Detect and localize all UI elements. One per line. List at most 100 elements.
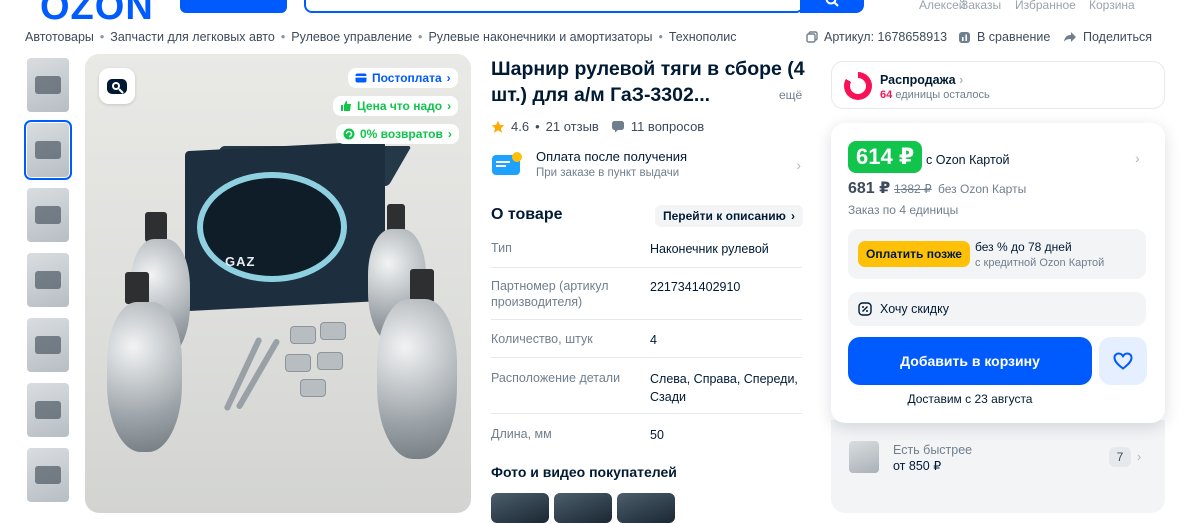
title-more-link[interactable]: ещё	[779, 88, 802, 102]
thumbnail-image	[27, 318, 69, 372]
search-icon	[825, 0, 839, 7]
product-main-image[interactable]: GAZ	[85, 54, 471, 513]
payment-after-receipt[interactable]: Оплата после получения При заказе в пунк…	[491, 147, 803, 187]
article-number[interactable]: Артикул: 1678658913	[806, 30, 947, 44]
questions-count[interactable]: 11 вопросов	[631, 119, 704, 134]
chevron-right-icon: ›	[959, 73, 964, 87]
faster-offer-label[interactable]: Есть быстрее	[893, 443, 972, 457]
image-stud	[387, 204, 405, 232]
sale-remaining-text: единицы осталось	[895, 89, 990, 101]
thumbnail-image	[27, 383, 69, 437]
breadcrumb-separator: •	[658, 30, 663, 44]
spec-row: Длина, мм 50	[491, 426, 802, 450]
faster-offer-price: от 850 ₽	[893, 459, 942, 473]
thumbnail-image	[27, 188, 69, 242]
thumbnail-image	[27, 123, 69, 177]
old-price: 1382 ₽	[894, 182, 932, 196]
product-rating[interactable]: 4.6 • 21 отзыв 11 вопросов	[491, 119, 704, 134]
add-to-favorites-button[interactable]	[1099, 337, 1147, 385]
sale-title-text: Распродажа	[880, 73, 956, 87]
payment-title: Оплата после получения	[536, 149, 688, 164]
image-nut	[317, 352, 343, 370]
chevron-right-icon: ›	[796, 157, 801, 173]
questions-icon	[611, 121, 624, 133]
want-discount-button[interactable]: Хочу скидку	[848, 292, 1146, 326]
share-button[interactable]: Поделиться	[1063, 30, 1152, 44]
want-discount-label: Хочу скидку	[880, 302, 949, 316]
badge-free-returns-label: 0% возвратов	[360, 127, 443, 141]
go-to-description-label: Перейти к описанию	[663, 209, 786, 223]
chevron-right-icon[interactable]: ›	[1137, 449, 1141, 464]
badge-free-returns[interactable]: 0% возвратов ›	[336, 124, 459, 144]
breadcrumb: Автотовары • Запчасти для легковых авто • …	[25, 30, 737, 44]
customer-photo[interactable]	[491, 493, 549, 523]
breadcrumb-separator: •	[418, 30, 423, 44]
pay-later-block[interactable]: Оплатить позже без % до 78 дней с кредит…	[848, 229, 1146, 279]
ozon-logo[interactable]: OZON	[40, 0, 154, 29]
customer-photo[interactable]	[554, 493, 612, 523]
gallery-thumbnail[interactable]	[27, 383, 69, 437]
sale-title: Распродажа ›	[880, 73, 963, 87]
badge-fair-price[interactable]: Цена что надо ›	[333, 96, 459, 116]
image-stud	[410, 269, 434, 303]
breadcrumb-item[interactable]: Рулевые наконечники и амортизаторы	[428, 30, 652, 44]
image-stud	[125, 272, 149, 304]
spec-key: Тип	[491, 241, 512, 255]
add-to-cart-button[interactable]: Добавить в корзину	[848, 337, 1092, 385]
sale-banner[interactable]: Распродажа › 64 единицы осталось	[831, 61, 1165, 109]
compare-button[interactable]: В сравнение	[958, 30, 1050, 44]
spec-row: Расположение детали Слева, Справа, Спере…	[491, 370, 802, 414]
chevron-right-icon: ›	[446, 71, 451, 85]
thumbnail-image	[27, 253, 69, 307]
heart-icon	[1113, 352, 1133, 370]
image-nut	[285, 354, 311, 372]
breadcrumb-item[interactable]: Автотовары	[25, 30, 94, 44]
search-button[interactable]	[800, 0, 864, 13]
gallery-thumbnail[interactable]	[27, 448, 69, 502]
badge-fair-price-label: Цена что надо	[357, 99, 443, 113]
card-icon	[355, 73, 367, 83]
catalog-button[interactable]	[180, 0, 287, 13]
header-cart-link[interactable]: Корзина	[1089, 0, 1135, 12]
image-ball-joint	[377, 299, 457, 459]
reviews-count[interactable]: 21 отзыв	[546, 119, 599, 134]
gallery-thumbnail[interactable]	[27, 318, 69, 372]
price-with-card[interactable]: 614 ₽	[848, 141, 923, 173]
spec-value: 4	[650, 333, 657, 347]
breadcrumb-item[interactable]: Рулевое управление	[291, 30, 412, 44]
gallery-thumbnail[interactable]	[27, 253, 69, 307]
spec-key: Длина, мм	[491, 427, 552, 441]
article-text: Артикул: 1678658913	[824, 30, 948, 44]
breadcrumb-item[interactable]: Запчасти для легковых авто	[110, 30, 275, 44]
chevron-right-icon: ›	[447, 127, 452, 141]
pay-later-button[interactable]: Оплатить позже	[858, 241, 970, 267]
gallery-thumbnail[interactable]	[27, 188, 69, 242]
search-input[interactable]	[304, 0, 804, 13]
delivery-date: Доставим с 23 августа	[907, 392, 1033, 406]
badge-postpay[interactable]: Постоплата ›	[348, 68, 458, 88]
spec-value: Наконечник рулевой	[650, 242, 769, 256]
chevron-right-icon[interactable]: ›	[1135, 150, 1140, 166]
breadcrumb-separator: •	[99, 30, 105, 44]
return-icon	[343, 128, 355, 140]
header-profile-link[interactable]: Алексей	[919, 0, 965, 12]
copy-icon	[806, 31, 818, 43]
customer-photo[interactable]	[617, 493, 675, 523]
price-without-card-label: без Ozon Карты	[938, 182, 1027, 196]
image-search-button[interactable]	[99, 68, 135, 104]
compare-label: В сравнение	[977, 30, 1051, 44]
payment-subtitle: При заказе в пункт выдачи	[536, 167, 680, 179]
faster-offer-image[interactable]	[849, 441, 879, 473]
faster-offer-count: 7	[1109, 447, 1131, 467]
order-quantity-note: Заказ по 4 единицы	[848, 203, 959, 217]
gallery-thumbnail[interactable]	[27, 58, 69, 112]
spec-value: 50	[650, 428, 664, 442]
go-to-description-button[interactable]: Перейти к описанию ›	[655, 205, 803, 227]
breadcrumb-item[interactable]: Технополис	[669, 30, 737, 44]
header-orders-link[interactable]: Заказы	[961, 0, 1001, 12]
gallery-thumbnail-active[interactable]	[24, 120, 72, 180]
header-favorites-link[interactable]: Избранное	[1015, 0, 1076, 12]
spec-key: Количество, штук	[491, 332, 593, 346]
thumbs-up-icon	[341, 101, 351, 111]
chevron-right-icon: ›	[447, 99, 452, 113]
